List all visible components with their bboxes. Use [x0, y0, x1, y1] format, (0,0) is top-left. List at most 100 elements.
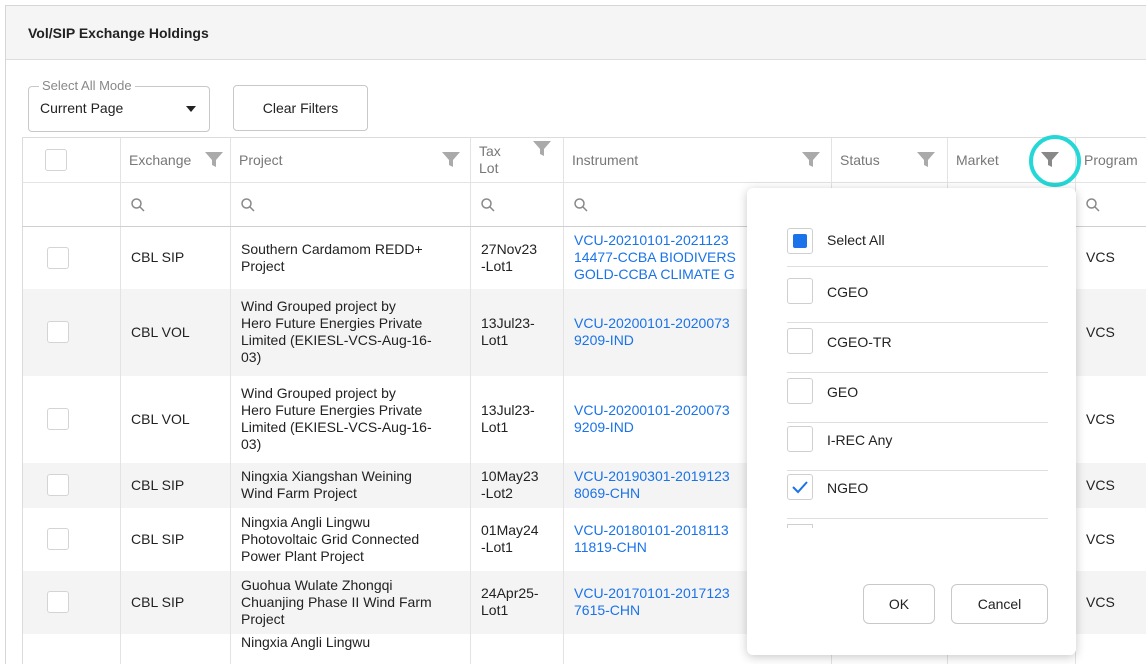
indeterminate-mark-icon	[793, 234, 807, 248]
row-select-cell	[22, 633, 121, 664]
option-label: CGEO	[827, 284, 869, 300]
funnel-icon[interactable]	[802, 152, 820, 168]
search-icon	[1086, 197, 1143, 212]
row-select-cell	[22, 288, 121, 376]
project-line: Wind Grouped project by	[241, 298, 396, 314]
select-all-mode-dropdown[interactable]: Select All Mode Current Page	[28, 78, 210, 132]
column-label-market: Market	[956, 152, 999, 168]
market-option-select-all[interactable]: Select All	[787, 228, 1048, 276]
row-checkbox[interactable]	[47, 408, 69, 430]
project-line: Hero Future Energies Private	[241, 315, 423, 331]
program-value: VCS	[1086, 323, 1115, 340]
cell-exchange: CBL SIP	[120, 226, 231, 289]
column-header-tax-lot[interactable]: Tax Lot	[470, 137, 564, 183]
funnel-icon[interactable]	[917, 152, 935, 168]
project-line: Power Plant Project	[241, 547, 364, 564]
project-line: Southern Cardamom REDD+	[241, 240, 423, 257]
cell-program: VCS	[1075, 507, 1146, 571]
option-label: GEO	[827, 384, 859, 400]
row-checkbox[interactable]	[47, 474, 69, 496]
cell-exchange: CBL SIP	[120, 570, 231, 634]
lot-line: -Lot2	[481, 485, 513, 501]
option-checkbox[interactable]	[787, 426, 813, 452]
filter-cell-program[interactable]	[1075, 182, 1146, 227]
exchange-value: CBL VOL	[131, 410, 190, 427]
cell-program: VCS	[1075, 288, 1146, 376]
exchange-value: CBL SIP	[131, 593, 185, 610]
option-checkbox[interactable]	[787, 474, 813, 500]
cell-program	[1075, 633, 1146, 664]
column-header-instrument[interactable]: Instrument	[563, 137, 832, 183]
option-checkbox[interactable]	[787, 328, 813, 354]
option-divider	[787, 372, 1048, 373]
project-line: Ningxia Angli Lingwu	[241, 513, 371, 530]
lot-line: Lot1	[481, 419, 509, 435]
lot-line: 01May24	[481, 522, 539, 538]
select-all-checkbox[interactable]	[45, 149, 67, 171]
program-value: VCS	[1086, 530, 1115, 547]
exchange-value: CBL VOL	[131, 323, 190, 340]
cell-program: VCS	[1075, 462, 1146, 508]
filter-cell-exchange[interactable]	[120, 182, 231, 227]
project-line: Ningxia Angli Lingwu	[241, 633, 371, 650]
lot-line: -Lot1	[481, 257, 513, 274]
exchange-value: CBL SIP	[131, 249, 185, 266]
market-option-ngeo[interactable]: NGEO	[787, 472, 1048, 520]
row-select-cell	[22, 570, 121, 634]
row-checkbox[interactable]	[47, 528, 69, 550]
column-label-exchange: Exchange	[129, 152, 192, 168]
cell-program: VCS	[1075, 375, 1146, 463]
project-line: Chuanjing Phase II Wind Farm	[241, 593, 432, 610]
lot-line: 24Apr25-	[481, 585, 539, 601]
column-header-status[interactable]: Status	[831, 137, 948, 183]
project-line: Limited (EKIESL-VCS-Aug-16-	[241, 332, 432, 348]
option-label: NGEO	[827, 480, 869, 496]
market-option-cgeo[interactable]: CGEO	[787, 276, 1048, 324]
exchange-value: CBL SIP	[131, 476, 185, 493]
cell-project: Guohua Wulate Zhongqi Chuanjing Phase II …	[230, 570, 471, 634]
select-all-mode-label: Select All Mode	[39, 78, 135, 93]
row-checkbox[interactable]	[47, 591, 69, 613]
clear-filters-button[interactable]: Clear Filters	[233, 85, 368, 131]
filter-cell-project[interactable]	[230, 182, 471, 227]
row-checkbox[interactable]	[47, 246, 69, 269]
panel-title: Vol/SIP Exchange Holdings	[28, 24, 209, 41]
market-option-i-rec-any[interactable]: I-REC Any	[787, 424, 1048, 472]
project-line: 03)	[241, 436, 262, 452]
ok-button[interactable]: OK	[863, 584, 935, 624]
cancel-button[interactable]: Cancel	[951, 584, 1048, 624]
option-divider	[787, 518, 1048, 519]
project-line: Guohua Wulate Zhongqi	[241, 576, 393, 593]
market-filter-popup: Select All CGEO CGEO-TR GEO I-REC Any NGEO OK…	[747, 188, 1076, 655]
column-header-exchange[interactable]: Exchange	[120, 137, 231, 183]
option-divider	[787, 266, 1048, 267]
column-header-project[interactable]: Project	[230, 137, 471, 183]
row-checkbox[interactable]	[47, 321, 69, 343]
option-label: I-REC Any	[827, 432, 893, 448]
cell-exchange	[120, 633, 231, 664]
search-icon	[481, 197, 553, 212]
lot-line: Lot1	[481, 602, 509, 618]
filter-cell-tax-lot[interactable]	[470, 182, 564, 227]
cell-program: VCS	[1075, 570, 1146, 634]
program-value: VCS	[1086, 410, 1115, 427]
option-checkbox[interactable]	[787, 378, 813, 404]
row-select-cell	[22, 226, 121, 289]
header-select-cell	[22, 137, 121, 183]
market-option-geo[interactable]: GEO	[787, 376, 1048, 424]
lot-line: 13Jul23-	[481, 402, 535, 418]
program-value: VCS	[1086, 249, 1115, 266]
project-line: Project	[241, 610, 285, 627]
funnel-icon[interactable]	[533, 141, 551, 157]
option-checkbox[interactable]	[787, 278, 813, 304]
project-line: Photovoltaic Grid Connected	[241, 530, 420, 547]
cell-tax-lot: 24Apr25- Lot1	[470, 570, 564, 634]
option-label: Select All	[827, 232, 885, 248]
funnel-icon[interactable]	[205, 152, 223, 168]
program-value: VCS	[1086, 476, 1115, 493]
option-checkbox[interactable]	[787, 228, 813, 254]
column-header-program[interactable]: Program	[1075, 137, 1146, 183]
cell-tax-lot	[470, 633, 564, 664]
market-option-cgeo-tr[interactable]: CGEO-TR	[787, 326, 1048, 374]
funnel-icon[interactable]	[442, 152, 460, 168]
